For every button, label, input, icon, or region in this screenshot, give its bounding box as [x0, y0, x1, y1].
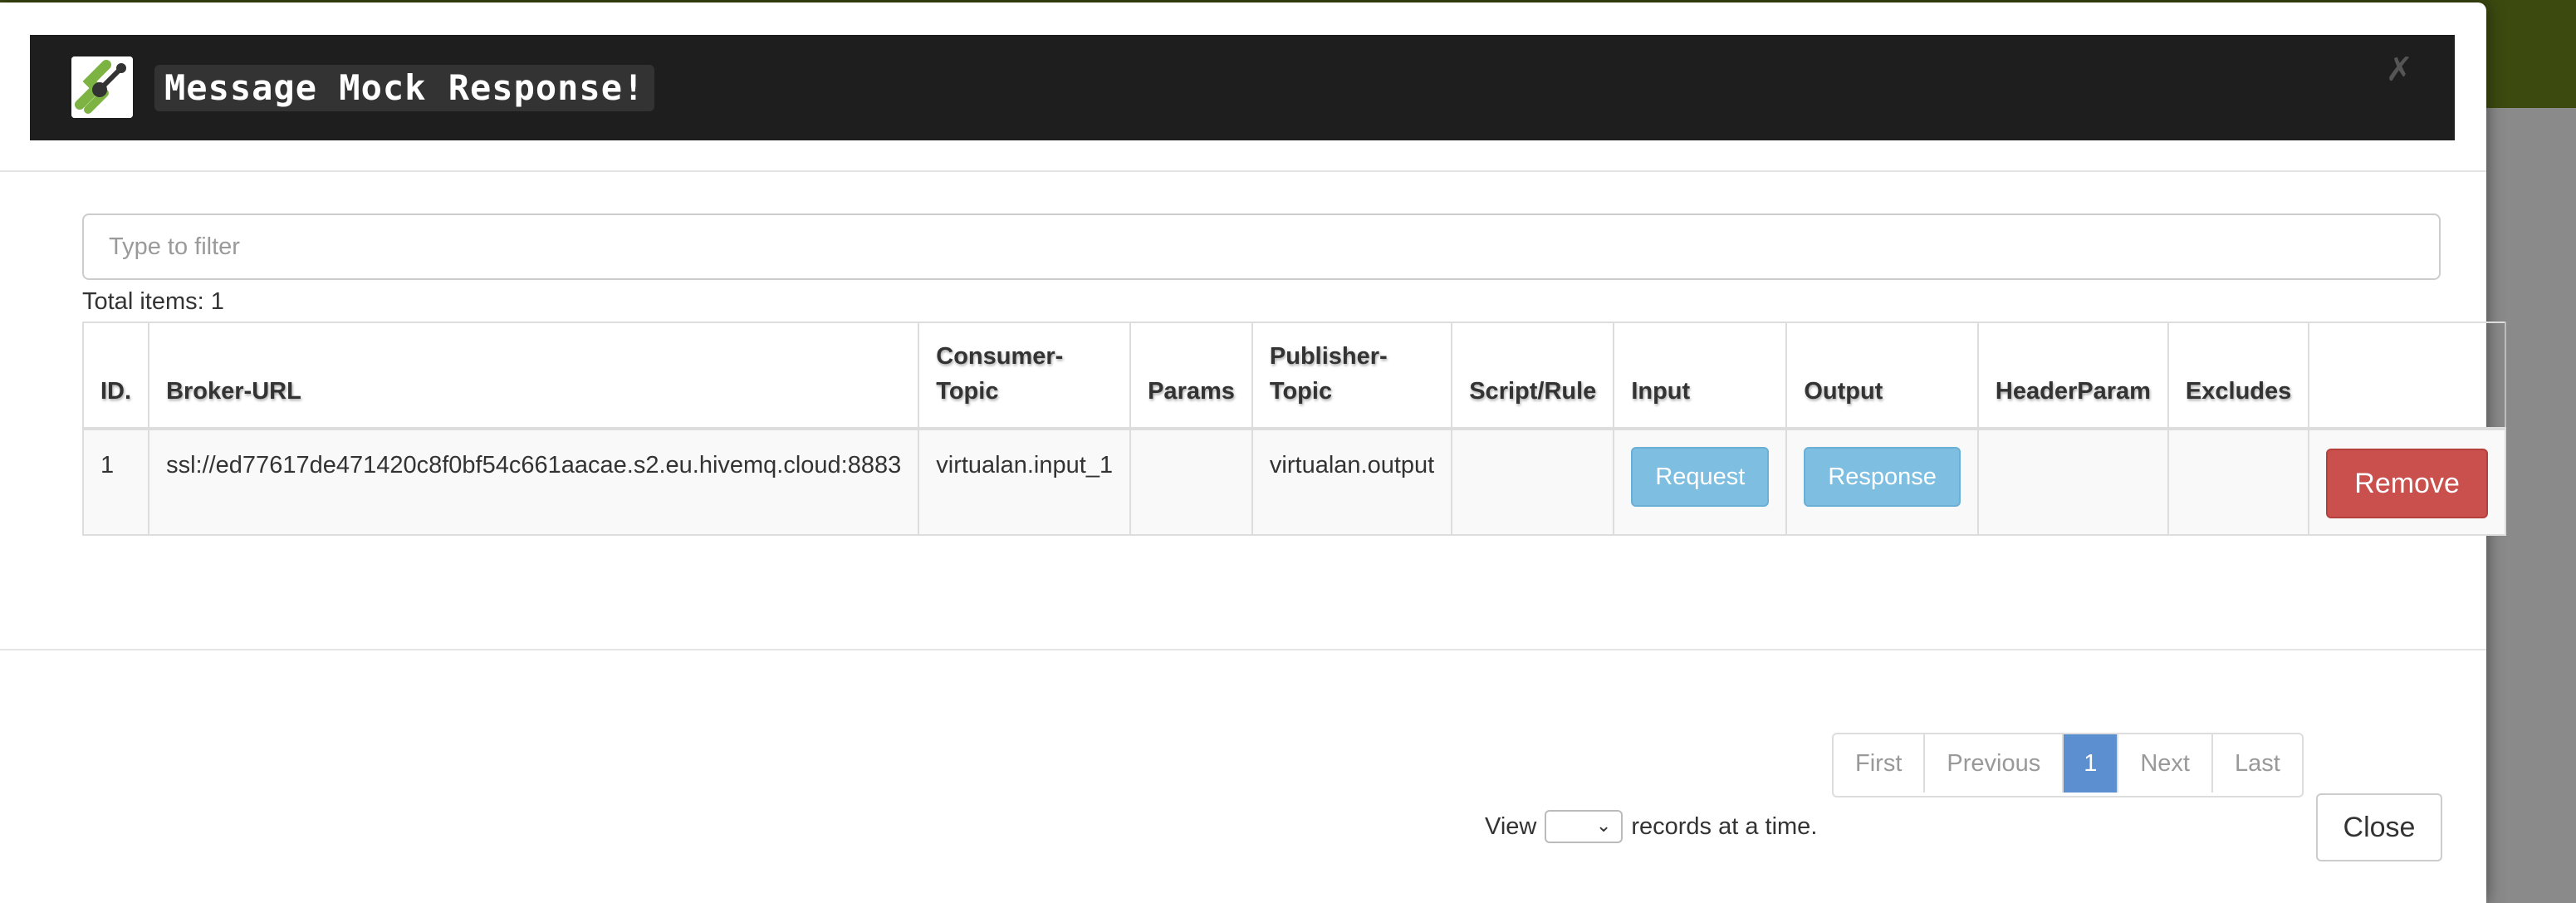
- cell-input: Request: [1613, 428, 1788, 536]
- mock-response-modal: Message Mock Response! ✗ Total items: 1 …: [0, 2, 2506, 903]
- modal-header: Message Mock Response! ✗: [30, 35, 2455, 140]
- cell-consumer-topic: virtualan.input_1: [918, 428, 1132, 536]
- page-current[interactable]: 1: [2064, 734, 2119, 793]
- chevron-down-icon: ⌄: [1595, 815, 1612, 836]
- column-header-broker-url[interactable]: Broker-URL: [148, 321, 920, 430]
- cell-excludes: [2167, 428, 2310, 536]
- footer-divider: [0, 649, 2486, 650]
- cell-header-param: [1976, 428, 2169, 536]
- cell-publisher-topic: virtualan.output: [1251, 428, 1453, 536]
- page-first[interactable]: First: [1834, 734, 1926, 793]
- view-prefix-label: View: [1485, 812, 1537, 840]
- page-next[interactable]: Next: [2118, 734, 2213, 793]
- request-button[interactable]: Request: [1631, 447, 1770, 507]
- column-header-output[interactable]: Output: [1785, 321, 1979, 430]
- column-header-consumer-topic[interactable]: Consumer- Topic: [918, 321, 1132, 430]
- pagination: First Previous 1 Next Last: [1832, 733, 2304, 797]
- records-per-page: View ⌄ records at a time.: [1485, 808, 1817, 845]
- records-per-page-select[interactable]: ⌄: [1545, 810, 1623, 843]
- column-header-header-param[interactable]: HeaderParam: [1976, 321, 2169, 430]
- page-last[interactable]: Last: [2213, 734, 2302, 793]
- cell-id: 1: [81, 428, 150, 536]
- cell-broker-url: ssl://ed77617de471420c8f0bf54c661aacae.s…: [148, 428, 920, 536]
- remove-button[interactable]: Remove: [2326, 449, 2488, 518]
- filter-input[interactable]: [82, 213, 2441, 280]
- column-header-script-rule[interactable]: Script/Rule: [1451, 321, 1615, 430]
- close-button[interactable]: Close: [2316, 793, 2442, 861]
- view-suffix-label: records at a time.: [1631, 812, 1818, 840]
- virtualan-logo-icon: [71, 56, 133, 118]
- cell-params: [1129, 428, 1253, 536]
- column-header-publisher-topic[interactable]: Publisher- Topic: [1251, 321, 1453, 430]
- table-row: 1 ssl://ed77617de471420c8f0bf54c661aacae…: [81, 428, 2506, 536]
- close-icon[interactable]: ✗: [2385, 53, 2413, 86]
- header-divider: [0, 170, 2486, 172]
- column-header-id[interactable]: ID.: [81, 321, 150, 430]
- cell-actions: Remove: [2308, 428, 2506, 536]
- cell-script-rule: [1451, 428, 1615, 536]
- modal-title: Message Mock Response!: [154, 65, 655, 111]
- page-previous[interactable]: Previous: [1925, 734, 2064, 793]
- mock-response-table: ID. Broker-URL Consumer- Topic Params Pub…: [81, 321, 2506, 536]
- total-items-label: Total items: 1: [82, 288, 224, 315]
- column-header-input[interactable]: Input: [1613, 321, 1788, 430]
- table-header-row: ID. Broker-URL Consumer- Topic Params Pub…: [81, 321, 2506, 430]
- cell-output: Response: [1785, 428, 1979, 536]
- column-header-actions: [2308, 321, 2506, 430]
- column-header-excludes[interactable]: Excludes: [2167, 321, 2310, 430]
- column-header-params[interactable]: Params: [1129, 321, 1253, 430]
- response-button[interactable]: Response: [1804, 447, 1961, 507]
